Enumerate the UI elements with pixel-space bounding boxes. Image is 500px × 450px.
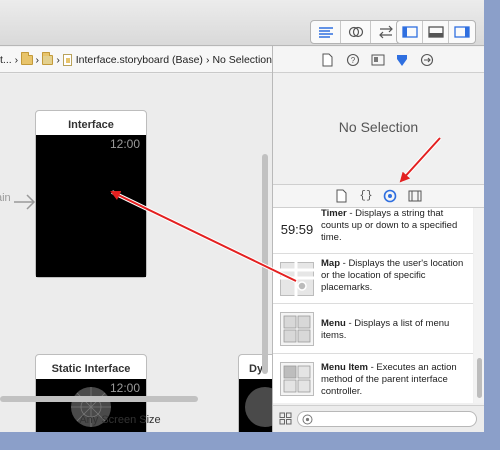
file-template-icon[interactable] — [334, 189, 348, 203]
library-filter-field[interactable] — [297, 411, 477, 427]
timer-icon: 59:59 — [280, 221, 314, 237]
chevron-right-icon: › — [35, 53, 40, 66]
library-item-name: Menu — [321, 318, 346, 329]
utilities-area: ? No Selection {} 59:59 Timer - Displays… — [273, 47, 484, 432]
chevron-right-icon: › — [205, 53, 210, 66]
interface-scene[interactable]: Interface 12:00 — [35, 110, 147, 278]
storyboard-canvas[interactable]: ain Interface 12:00 Static Interface 12:… — [0, 74, 272, 432]
library-item-name: Map — [321, 258, 340, 269]
media-library-icon[interactable] — [408, 189, 422, 203]
library-filter-bar — [273, 405, 484, 432]
library-item-menu[interactable]: Menu - Displays a list of menu items. — [273, 304, 473, 354]
file-icon[interactable] — [320, 53, 334, 67]
library-item-name: Timer — [321, 208, 347, 219]
watch-time: 12:00 — [109, 137, 140, 151]
filter-icon — [302, 414, 313, 425]
library-tab-bar: {} — [273, 184, 484, 208]
entry-point-arrow-icon[interactable] — [14, 194, 36, 210]
watch-screen[interactable]: 12:00 — [36, 135, 146, 277]
folder-icon[interactable] — [21, 51, 33, 65]
watch-time: 12:00 — [109, 381, 140, 395]
library-item-description: - Displays the user's location or the lo… — [321, 258, 464, 293]
attributes-icon[interactable] — [395, 53, 409, 67]
toggle-debug-area-button[interactable] — [423, 21, 449, 43]
map-icon — [280, 262, 314, 296]
editor-mode-group — [310, 20, 402, 44]
view-toggle-group — [396, 20, 476, 44]
jumpbar-crumb-selection[interactable]: No Selection — [212, 54, 272, 66]
left-panel-icon — [401, 26, 418, 38]
jumpbar-crumb-file[interactable]: Interface.storyboard (Base) — [76, 54, 203, 66]
code-snippet-icon[interactable]: {} — [359, 189, 373, 203]
jumpbar-crumb[interactable]: t... — [0, 54, 12, 66]
inspector-tab-bar: ? — [273, 47, 484, 73]
jump-bar: t... › › › Interface.storyboard (Base) ›… — [0, 47, 272, 73]
library-item-name: Menu Item — [321, 362, 368, 373]
align-lines-icon — [318, 27, 333, 38]
object-library-list[interactable]: 59:59 Timer - Displays a string that cou… — [273, 208, 473, 403]
menu-item-icon — [280, 362, 314, 396]
right-panel-icon — [454, 26, 470, 38]
library-scroll-thumb[interactable] — [477, 358, 482, 398]
chevron-right-icon: › — [56, 53, 60, 66]
object-library-icon[interactable] — [383, 189, 397, 203]
canvas-vertical-scrollbar[interactable] — [262, 154, 268, 374]
xcode-window: t... › › › Interface.storyboard (Base) ›… — [0, 0, 484, 432]
connections-icon[interactable] — [420, 53, 434, 67]
folder-icon[interactable] — [42, 51, 54, 65]
toggle-navigator-button[interactable] — [397, 21, 423, 43]
standard-editor-button[interactable] — [311, 21, 341, 43]
no-selection-message: No Selection — [338, 118, 419, 135]
toolbar — [0, 0, 484, 46]
bottom-panel-icon — [427, 26, 444, 38]
svg-text:?: ? — [351, 56, 356, 65]
app-icon-placeholder-icon — [245, 387, 272, 427]
menu-grid-icon — [280, 312, 314, 346]
storyboard-file-icon — [62, 53, 72, 66]
library-item-menu-item[interactable]: Menu Item - Executes an action method of… — [273, 354, 473, 403]
chevron-right-icon: › — [14, 53, 19, 66]
library-item-map[interactable]: Map - Displays the user's location or th… — [273, 254, 473, 304]
assistant-editor-button[interactable] — [341, 21, 371, 43]
scene-title: Interface — [68, 119, 114, 131]
size-class-label[interactable]: Any Screen Size — [0, 414, 240, 426]
grid-view-icon[interactable] — [279, 412, 292, 425]
canvas-horizontal-scrollbar[interactable] — [0, 396, 198, 402]
watch-screen[interactable] — [239, 379, 272, 432]
swap-arrows-icon — [379, 25, 393, 39]
library-scrollbar[interactable] — [474, 208, 484, 403]
identity-icon[interactable] — [371, 53, 385, 67]
entry-point-label: ain — [0, 192, 11, 204]
library-item-timer[interactable]: 59:59 Timer - Displays a string that cou… — [273, 208, 473, 254]
toggle-utilities-button[interactable] — [449, 21, 475, 43]
scene-title: Static Interface — [51, 363, 131, 375]
venn-circles-icon — [348, 26, 363, 38]
quick-help-icon[interactable]: ? — [346, 53, 360, 67]
